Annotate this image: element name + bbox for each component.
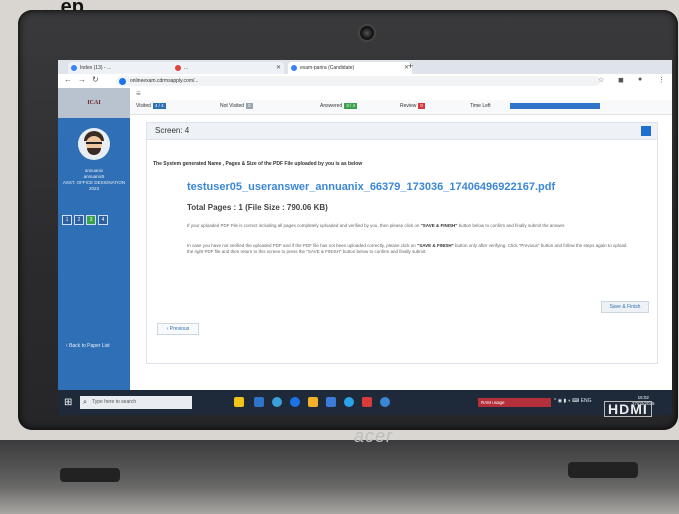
tab-favicon-icon <box>175 65 181 71</box>
forward-arrow-icon[interactable]: → <box>78 75 86 84</box>
institute-logo: ICAI <box>58 88 130 118</box>
browser-tabbar: Index (13) - ... ✕ ... ✕ exam-parira (Ca… <box>58 60 672 74</box>
brand-logo: acer <box>354 426 394 446</box>
app-icon[interactable] <box>344 397 354 407</box>
exam-status-bar: Visited 4 / 4 Not Visited 0 Answered 3 / 4 … <box>130 100 672 115</box>
back-to-paper-list-link[interactable]: ‹ Back to Paper List <box>66 343 110 349</box>
chrome-icon[interactable] <box>290 397 300 407</box>
not-visited-stat: Not Visited 0 <box>220 103 253 109</box>
question-button[interactable]: 1 <box>62 215 72 225</box>
browser-icon[interactable] <box>380 397 390 407</box>
tab-label: ... <box>184 65 189 71</box>
laptop-hinge-left <box>60 468 120 482</box>
close-icon[interactable]: ✕ <box>276 62 281 74</box>
tray-alert[interactable]: RAM usage <box>478 398 551 407</box>
windows-taskbar: ⊞ ⌕ Type here to search RAM usage ^ ◉ ▮ … <box>58 390 672 415</box>
file-size: 790.06 KB <box>286 203 326 212</box>
weather-icon[interactable] <box>234 397 244 407</box>
webcam-icon <box>358 24 376 42</box>
hdmi-logo: HDMI <box>604 401 652 417</box>
browser-tab-1[interactable]: Index (13) - ... ✕ <box>68 62 180 74</box>
tab-favicon-icon <box>291 65 297 71</box>
previous-button[interactable]: ‹ Previous <box>157 323 199 335</box>
question-palette: 1234 <box>62 208 110 225</box>
extension-icon[interactable]: ◼ <box>618 76 624 84</box>
page-title: Screen: 4 <box>155 126 190 135</box>
profile-icon[interactable]: ● <box>638 76 642 83</box>
reload-icon[interactable]: ↻ <box>92 75 99 84</box>
tab-label: Index (13) - ... <box>80 65 112 71</box>
laptop-deck <box>0 488 679 514</box>
browser-tab-3[interactable]: exam-parira (Candidate) ✕ <box>288 62 412 74</box>
new-tab-icon[interactable]: + <box>408 61 413 71</box>
search-icon: ⌕ <box>83 399 87 406</box>
exam-sidebar: ICAI annuanix annuanix5 ASST. OFFICE DES… <box>58 88 130 390</box>
avatar <box>78 128 110 160</box>
tab-favicon-icon <box>71 65 77 71</box>
question-button[interactable]: 4 <box>98 215 108 225</box>
task-view-icon[interactable] <box>254 397 264 407</box>
answer-upload-panel: Screen: 4 The System generated Name , Pa… <box>146 122 658 364</box>
save-finish-button[interactable]: Save & Finish <box>601 301 649 313</box>
time-left-label: Time Left <box>470 103 491 109</box>
laptop-screen: Index (13) - ... ✕ ... ✕ exam-parira (Ca… <box>58 60 672 415</box>
url-field[interactable]: onlineexam.cdrmsapply.com/... <box>116 76 600 86</box>
windows-start-icon[interactable]: ⊞ <box>64 397 72 408</box>
file-explorer-icon[interactable] <box>308 397 318 407</box>
taskbar-search-input[interactable]: ⌕ Type here to search <box>80 396 192 409</box>
edge-icon[interactable] <box>272 397 282 407</box>
intro-text: The System generated Name , Pages & Size… <box>153 161 363 167</box>
browser-tab-2[interactable]: ... ✕ <box>172 62 284 74</box>
review-stat: Review 0 <box>400 103 425 109</box>
site-info-icon[interactable] <box>119 78 126 85</box>
hamburger-menu-icon[interactable]: ≡ <box>136 89 141 98</box>
system-tray-icons[interactable]: ^ ◉ ▮ ◖ ⌨ ENG <box>554 398 591 404</box>
retry-instruction: In case you have not verified the upload… <box>187 243 627 254</box>
browser-addressbar: ← → ↻ onlineexam.cdrmsapply.com/... ☆ ◼ … <box>58 74 672 89</box>
question-button[interactable]: 3 <box>86 215 96 225</box>
visited-stat: Visited 4 / 4 <box>136 103 166 109</box>
url-text: onlineexam.cdrmsapply.com/... <box>130 78 199 84</box>
back-arrow-icon[interactable]: ← <box>64 75 72 84</box>
pdf-file-name: testuser05_useranswer_annuanix_66379_173… <box>187 181 556 193</box>
menu-dots-icon[interactable]: ⋮ <box>658 76 665 84</box>
bookmark-star-icon[interactable]: ☆ <box>598 76 604 84</box>
question-button[interactable]: 2 <box>74 215 84 225</box>
total-pages-text: Total Pages : 1 (File Size : 790.06 KB) <box>187 203 328 212</box>
confirm-instruction: If your uploaded PDF File is correct inc… <box>187 223 566 228</box>
shield-icon[interactable] <box>362 397 372 407</box>
store-icon[interactable] <box>326 397 336 407</box>
screen-header: Screen: 4 <box>147 123 657 140</box>
user-year: 2023 <box>88 186 99 191</box>
laptop-hinge-right <box>568 462 638 478</box>
tab-label: exam-parira (Candidate) <box>300 65 355 71</box>
fullscreen-icon[interactable] <box>641 126 651 136</box>
answered-stat: Answered 3 / 4 <box>320 103 357 109</box>
time-left-bar <box>510 103 600 109</box>
